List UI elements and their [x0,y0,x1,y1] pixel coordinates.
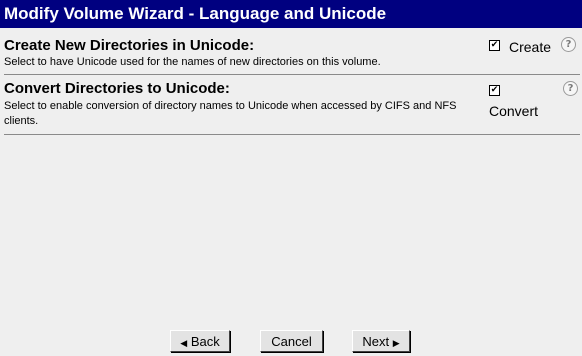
wizard-title: Modify Volume Wizard - Language and Unic… [0,0,582,28]
cancel-button[interactable]: Cancel [260,330,323,352]
create-checkbox-label[interactable]: Create [509,39,551,55]
back-button-label: Back [190,334,220,349]
next-button[interactable]: Next ▶ [352,330,410,352]
create-unicode-checkbox[interactable]: ✔ [489,40,500,51]
section-title: Convert Directories to Unicode: [4,80,230,97]
section-title: Create New Directories in Unicode: [4,37,255,54]
triangle-left-icon: ◀ [180,337,188,348]
convert-unicode-checkbox[interactable]: ✔ [489,85,500,96]
section-description: Select to have Unicode used for the name… [4,56,381,68]
next-button-label: Next [362,334,390,349]
section-create-unicode: Create New Directories in Unicode: Selec… [4,35,580,75]
convert-checkbox-label[interactable]: Convert [489,103,538,119]
section-convert-unicode: Convert Directories to Unicode: Select t… [4,78,580,135]
triangle-right-icon: ▶ [392,337,400,348]
help-icon[interactable]: ? [561,37,576,52]
help-icon[interactable]: ? [563,81,578,96]
back-button[interactable]: ◀ Back [170,330,230,352]
cancel-button-label: Cancel [271,334,312,349]
section-description: Select to enable conversion of directory… [4,100,457,127]
